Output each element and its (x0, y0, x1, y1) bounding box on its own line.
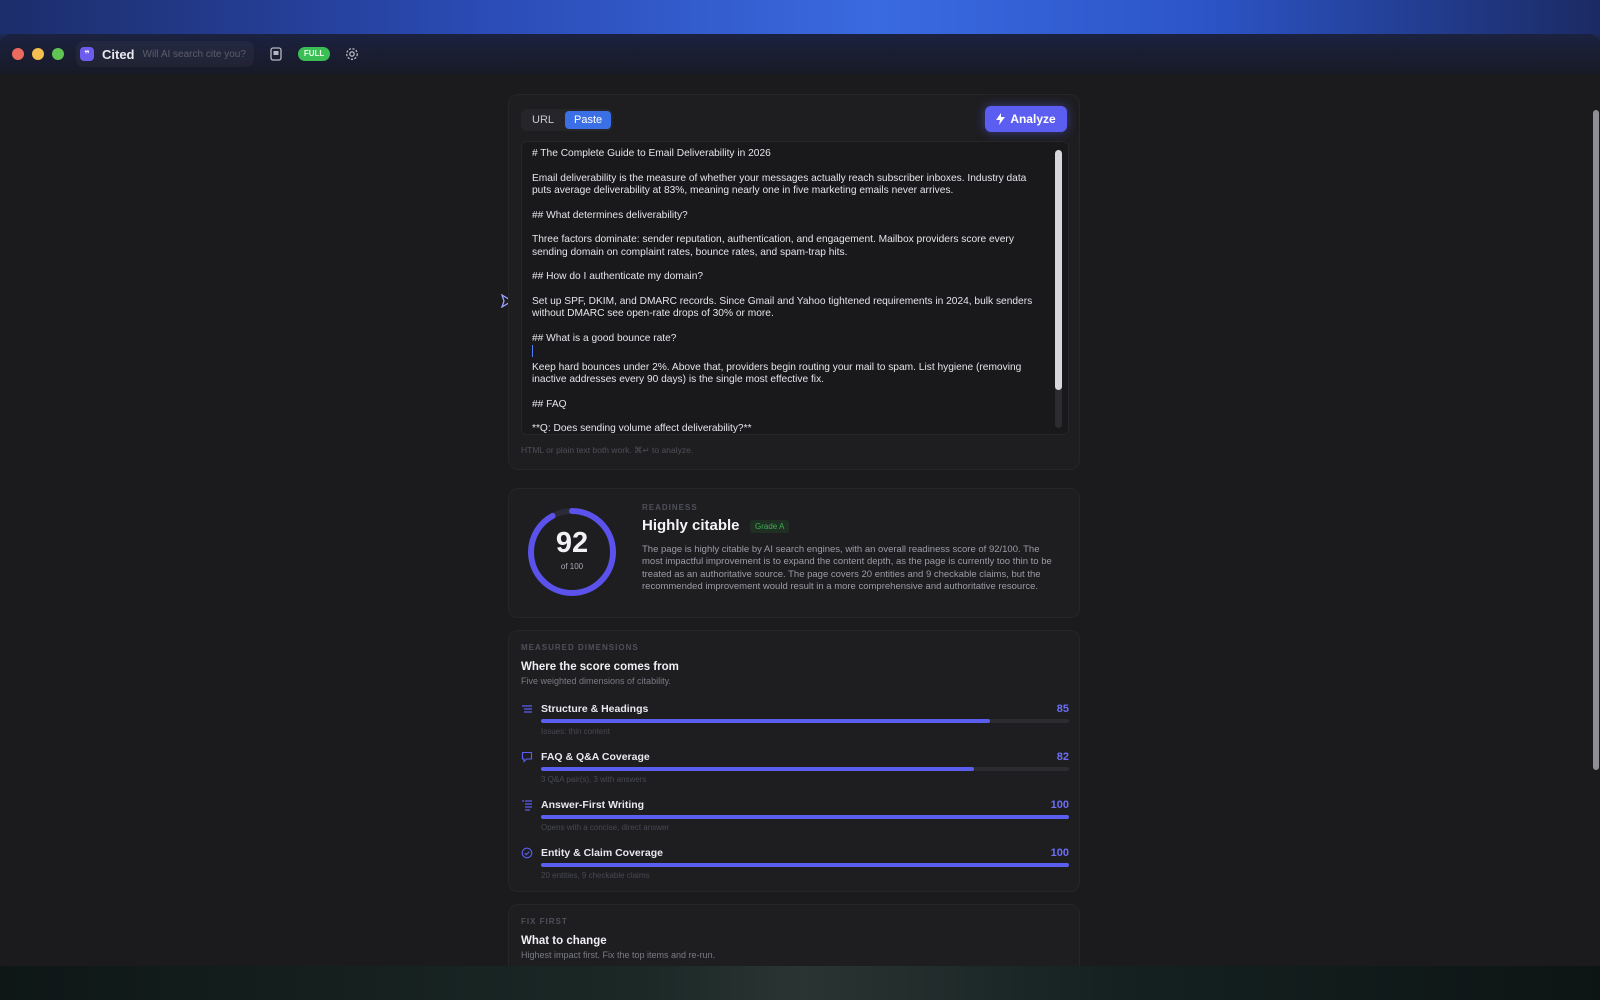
dimension-bar (541, 815, 1069, 819)
content-line: Email deliverability is the measure of w… (532, 172, 1027, 197)
check-circle-icon (521, 847, 533, 859)
analyze-label: Analyze (1010, 112, 1056, 126)
window-scrollbar-thumb[interactable] (1593, 110, 1599, 770)
dimension-faq-coverage: FAQ & Q&A Coverage 82 3 Q&A pair(s), 3 w… (521, 751, 1069, 795)
content-textarea[interactable]: # The Complete Guide to Email Deliverabi… (521, 141, 1069, 435)
dimension-note: 20 entities, 9 checkable claims (541, 871, 650, 880)
settings-gear-icon[interactable] (342, 44, 362, 64)
content-line: Keep hard bounces under 2%. Above that, … (532, 361, 1022, 386)
dimension-entity-claim: Entity & Claim Coverage 100 20 entities,… (521, 847, 1069, 891)
list-icon (522, 705, 532, 713)
content-line: **Q: Does sending volume affect delivera… (532, 423, 752, 434)
fix-first-title: What to change (521, 935, 607, 947)
desktop-wallpaper-bottom (0, 966, 1600, 1000)
dimension-note: Issues: thin content (541, 727, 610, 736)
plan-badge: FULL (297, 47, 331, 61)
chat-bubble-icon (521, 751, 533, 763)
dimension-bar (541, 719, 1069, 723)
input-card: URL Paste Analyze # The Complete Guide t… (508, 94, 1080, 470)
fix-first-subtitle: Highest impact first. Fix the top items … (521, 950, 716, 960)
title-bar: ❞ Cited Will AI search cite you? FULL (0, 34, 1600, 74)
zoom-window-button[interactable] (52, 48, 64, 60)
readiness-eyebrow: READINESS (642, 503, 698, 512)
dimensions-title: Where the score comes from (521, 661, 679, 673)
content-line: Set up SPF, DKIM, and DMARC records. Sin… (532, 295, 1033, 320)
dimension-bar-fill (541, 767, 974, 771)
app-name: Cited (102, 46, 135, 62)
text-caret (532, 345, 533, 357)
content-line: ## FAQ (532, 398, 567, 410)
content-text: # The Complete Guide to Email Deliverabi… (532, 148, 1044, 434)
content-line: ## What determines deliverability? (532, 209, 688, 221)
dimension-note: 3 Q&A pair(s), 3 with answers (541, 775, 647, 784)
dimensions-subtitle: Five weighted dimensions of citability. (521, 676, 671, 686)
dimension-bar-fill (541, 719, 990, 723)
lightning-icon (996, 113, 1006, 125)
desktop-wallpaper-top (0, 0, 1600, 34)
tab-url[interactable]: URL (523, 111, 563, 129)
editor-scrollbar-thumb[interactable] (1055, 150, 1062, 390)
source-tabs: URL Paste (521, 109, 614, 131)
app-identity: ❞ Cited Will AI search cite you? (76, 41, 254, 67)
readiness-score-max: of 100 (560, 562, 584, 571)
dimension-score: 85 (1056, 703, 1069, 715)
readiness-card: 92 of 100 READINESS Highly citable Grade… (508, 488, 1080, 618)
dimension-label: FAQ & Q&A Coverage (541, 751, 650, 763)
content-line: Three factors dominate: sender reputatio… (532, 234, 1014, 258)
input-hint: HTML or plain text both work. ⌘↵ to anal… (521, 445, 694, 455)
dimension-score: 100 (1050, 847, 1069, 859)
dimension-label: Entity & Claim Coverage (541, 847, 663, 859)
dimension-label: Structure & Headings (541, 703, 649, 715)
grade-badge: Grade A (750, 520, 790, 533)
close-window-button[interactable] (12, 48, 24, 60)
window-controls (12, 48, 64, 60)
app-window: ❞ Cited Will AI search cite you? FULL UR… (0, 34, 1600, 966)
dimension-structure-headings: Structure & Headings 85 Issues: thin con… (521, 703, 1069, 747)
dimension-bar-fill (541, 863, 1069, 867)
content-line: # The Complete Guide to Email Deliverabi… (532, 148, 771, 159)
content-line: ## What is a good bounce rate? (532, 332, 677, 344)
dimension-bar (541, 767, 1069, 771)
dimension-bar-fill (541, 815, 1069, 819)
dimension-answer-first: Answer-First Writing 100 Opens with a co… (521, 799, 1069, 843)
app-tagline: Will AI search cite you? (142, 48, 246, 60)
tab-paste[interactable]: Paste (565, 111, 612, 129)
fix-first-eyebrow: FIX FIRST (521, 917, 568, 926)
dimensions-eyebrow: MEASURED DIMENSIONS (521, 643, 639, 652)
dimension-label: Answer-First Writing (541, 799, 645, 811)
readiness-score: 92 (555, 527, 589, 559)
history-icon[interactable] (266, 44, 286, 64)
dimension-bar (541, 863, 1069, 867)
dimension-note: Opens with a concise, direct answer (541, 823, 670, 832)
readiness-title: Highly citable (642, 517, 740, 534)
text-lines-icon (522, 800, 532, 811)
minimize-window-button[interactable] (32, 48, 44, 60)
readiness-description: The page is highly citable by AI search … (642, 544, 1052, 593)
dimensions-card: MEASURED DIMENSIONS Where the score come… (508, 630, 1080, 892)
dimension-score: 82 (1056, 751, 1069, 763)
content-line: ## How do I authenticate my domain? (532, 271, 704, 282)
fix-first-card: FIX FIRST What to change Highest impact … (508, 904, 1080, 966)
analyze-button[interactable]: Analyze (985, 106, 1067, 132)
dimension-score: 100 (1050, 799, 1069, 811)
quote-logo-icon: ❞ (80, 47, 94, 61)
